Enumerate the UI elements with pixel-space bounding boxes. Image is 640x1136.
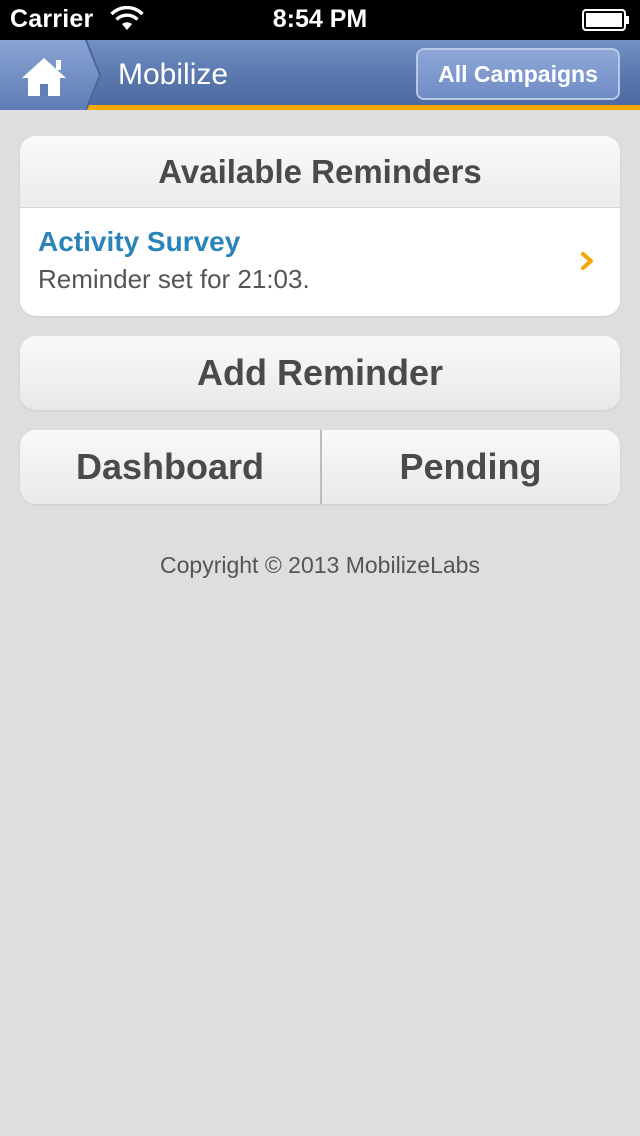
status-bar: Carrier 8:54 PM — [0, 0, 640, 40]
battery-icon — [582, 9, 629, 31]
add-reminder-button[interactable]: Add Reminder — [20, 336, 620, 410]
reminders-card: Available Reminders Activity Survey Remi… — [20, 136, 620, 316]
reminder-title: Activity Survey — [38, 226, 241, 257]
page-title: Mobilize — [118, 58, 229, 91]
pending-button[interactable]: Pending — [321, 430, 620, 504]
copyright-text: Copyright © 2013 MobilizeLabs — [160, 552, 480, 578]
all-campaigns-button[interactable]: All Campaigns — [416, 48, 620, 100]
status-time: 8:54 PM — [272, 5, 368, 33]
list-item[interactable]: Activity Survey Reminder set for 21:03. — [20, 208, 620, 316]
dashboard-button[interactable]: Dashboard — [20, 430, 320, 504]
reminder-subtitle: Reminder set for 21:03. — [38, 264, 310, 294]
nav-bar: Mobilize All Campaigns — [0, 40, 640, 110]
reminders-header: Available Reminders — [20, 136, 620, 208]
chevron-right-icon — [581, 252, 593, 270]
home-icon[interactable] — [0, 40, 102, 110]
dashboard-pending-bar: Dashboard Pending — [20, 430, 620, 504]
